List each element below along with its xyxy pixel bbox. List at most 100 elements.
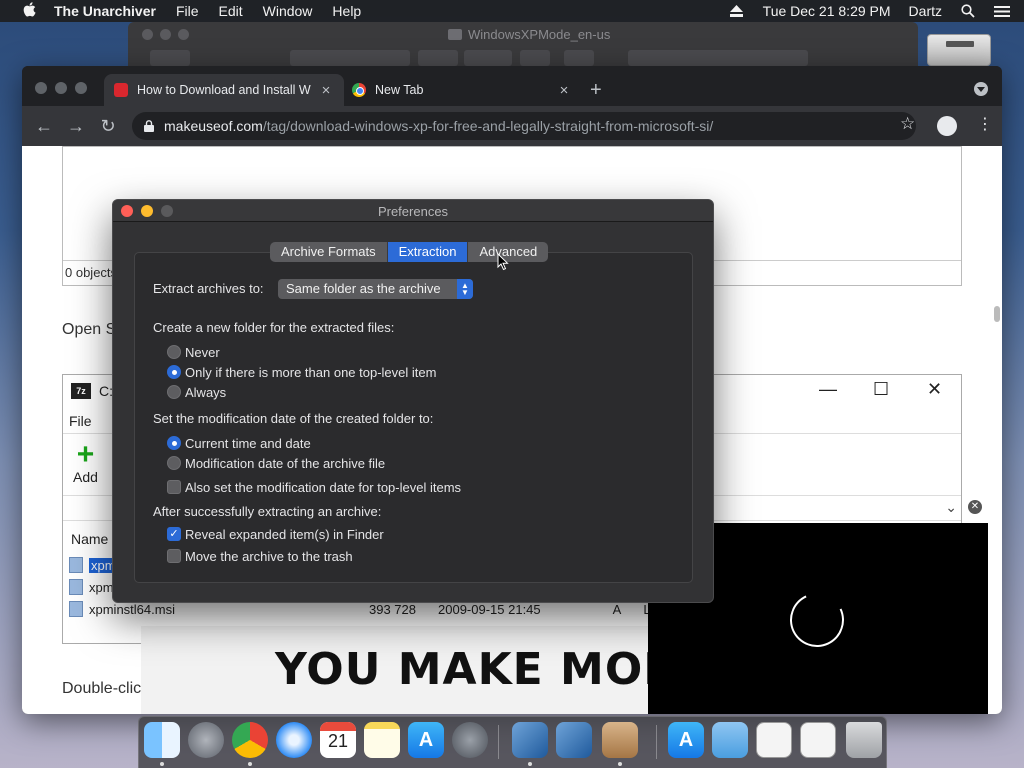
finder-search-field[interactable]	[628, 50, 808, 66]
app-name-menu[interactable]: The Unarchiver	[54, 3, 156, 19]
menubar-clock[interactable]: Tue Dec 21 8:29 PM	[763, 3, 891, 19]
app-store-icon[interactable]: A	[408, 722, 444, 758]
preferences-window: Preferences Archive Formats Extraction A…	[112, 199, 714, 603]
tab-archive-formats[interactable]: Archive Formats	[270, 242, 387, 262]
chevron-down-icon: ⌄	[945, 499, 957, 515]
checkbox-move-to-trash-label[interactable]: Move the archive to the trash	[185, 549, 353, 564]
finder-title: WindowsXPMode_en-us	[448, 27, 610, 42]
popup-arrows-icon: ▲ ▼	[457, 279, 473, 299]
finder-nav-buttons[interactable]	[150, 50, 190, 66]
new-tab-plus-icon[interactable]: +	[590, 80, 602, 100]
control-center-icon[interactable]	[994, 3, 1010, 19]
close-window-button[interactable]	[35, 82, 47, 94]
preferences-titlebar[interactable]: Preferences	[113, 200, 713, 222]
close-icon: ✕	[927, 379, 943, 399]
checkbox-also-set-mod-date-label[interactable]: Also set the modification date for top-l…	[185, 480, 461, 495]
safari-icon[interactable]	[276, 722, 312, 758]
system-preferences-icon[interactable]	[452, 722, 488, 758]
add-plus-icon: +	[76, 438, 95, 471]
checkbox-reveal-in-finder[interactable]: ✓	[167, 527, 181, 541]
radio-never[interactable]	[167, 345, 181, 359]
tab-makeuseof[interactable]: How to Download and Install W ×	[104, 74, 344, 106]
unarchiver-icon[interactable]	[602, 722, 638, 758]
lock-icon	[144, 120, 154, 132]
reload-icon[interactable]: ↻	[92, 116, 124, 137]
finder-share-button[interactable]	[520, 50, 550, 66]
chrome-icon[interactable]	[232, 722, 268, 758]
tab-new-tab[interactable]: New Tab ×	[342, 74, 582, 106]
apple-menu-icon[interactable]	[18, 1, 40, 21]
zoom-window-button[interactable]	[75, 82, 87, 94]
finder-traffic-lights	[142, 29, 189, 40]
tab-search-icon[interactable]	[974, 82, 988, 96]
help-menu[interactable]: Help	[332, 3, 361, 19]
7zip-title: C:	[99, 383, 113, 399]
maximize-icon: ☐	[873, 379, 890, 399]
window-thumb-icon[interactable]	[756, 722, 792, 758]
file-row: xpm	[69, 579, 114, 595]
radio-current-time-label[interactable]: Current time and date	[185, 436, 311, 451]
msi-file-icon	[69, 579, 83, 595]
ad-banner[interactable]: YOU MAKE MON	[141, 626, 648, 714]
scrollbar-thumb[interactable]	[994, 306, 1000, 322]
edit-menu[interactable]: Edit	[219, 3, 243, 19]
finder-group-button[interactable]	[418, 50, 458, 66]
finder-view-buttons[interactable]	[290, 50, 410, 66]
virtualbox-icon[interactable]	[512, 722, 548, 758]
virtualbox-vm-icon[interactable]	[556, 722, 592, 758]
checkbox-reveal-in-finder-label[interactable]: Reveal expanded item(s) in Finder	[185, 527, 384, 542]
trash-icon[interactable]	[846, 722, 882, 758]
window-menu[interactable]: Window	[263, 3, 313, 19]
radio-always-label[interactable]: Always	[185, 385, 226, 400]
back-arrow-icon[interactable]: ←	[28, 116, 60, 137]
launchpad-icon[interactable]	[188, 722, 224, 758]
notes-icon[interactable]	[364, 722, 400, 758]
checkbox-move-to-trash[interactable]	[167, 549, 181, 563]
column-header-name: Name	[71, 531, 109, 547]
folder-icon[interactable]	[712, 722, 748, 758]
app-store-download-icon[interactable]: A	[668, 722, 704, 758]
checkbox-also-set-mod-date[interactable]	[167, 480, 181, 494]
bookmark-star-icon[interactable]: ☆	[900, 114, 915, 134]
finder-icon[interactable]	[144, 722, 180, 758]
radio-archive-mod-date-label[interactable]: Modification date of the archive file	[185, 456, 385, 471]
disk-image-icon[interactable]	[927, 34, 991, 66]
chrome-traffic-lights	[35, 82, 87, 94]
file-row: xpm	[69, 557, 118, 573]
finder-tag-button[interactable]	[564, 50, 594, 66]
close-tab-icon[interactable]: ×	[318, 82, 334, 99]
dock: 21 A A	[138, 716, 887, 768]
7zip-add-button: + Add	[73, 438, 98, 486]
7zip-file-menu: File	[69, 413, 92, 429]
minimize-window-button[interactable]	[55, 82, 67, 94]
radio-only-if-multiple-label[interactable]: Only if there is more than one top-level…	[185, 365, 436, 380]
radio-archive-mod-date[interactable]	[167, 456, 181, 470]
chrome-menu-icon[interactable]: ⋮	[977, 114, 993, 134]
eject-icon[interactable]	[729, 3, 745, 19]
msi-file-icon	[69, 601, 83, 617]
banner-headline: YOU MAKE MON	[275, 644, 648, 695]
window-thumb-icon[interactable]	[800, 722, 836, 758]
radio-never-label[interactable]: Never	[185, 345, 220, 360]
close-tab-icon[interactable]: ×	[556, 82, 572, 99]
radio-current-time[interactable]	[167, 436, 181, 450]
address-bar[interactable]: makeuseof.com/tag/download-windows-xp-fo…	[132, 112, 916, 140]
finder-action-button[interactable]	[464, 50, 512, 66]
extract-to-label: Extract archives to:	[153, 281, 264, 296]
radio-only-if-multiple[interactable]	[167, 365, 181, 379]
spotlight-search-icon[interactable]	[960, 3, 976, 19]
7zip-logo-icon: 7z	[71, 383, 91, 399]
new-folder-label: Create a new folder for the extracted fi…	[153, 320, 395, 335]
radio-always[interactable]	[167, 385, 181, 399]
mouse-cursor-icon	[497, 253, 509, 271]
after-extract-label: After successfully extracting an archive…	[153, 504, 382, 519]
finder-window[interactable]: WindowsXPMode_en-us	[128, 22, 918, 70]
extract-to-popup[interactable]: Same folder as the archive ▲ ▼	[278, 279, 473, 299]
menubar-user[interactable]: Dartz	[909, 3, 942, 19]
file-menu[interactable]: File	[176, 3, 199, 19]
close-video-icon[interactable]: ✕	[968, 500, 982, 514]
forward-arrow-icon[interactable]: →	[60, 116, 92, 137]
profile-avatar-icon[interactable]	[937, 116, 957, 136]
calendar-icon[interactable]: 21	[320, 722, 356, 758]
tab-extraction[interactable]: Extraction	[386, 242, 468, 262]
